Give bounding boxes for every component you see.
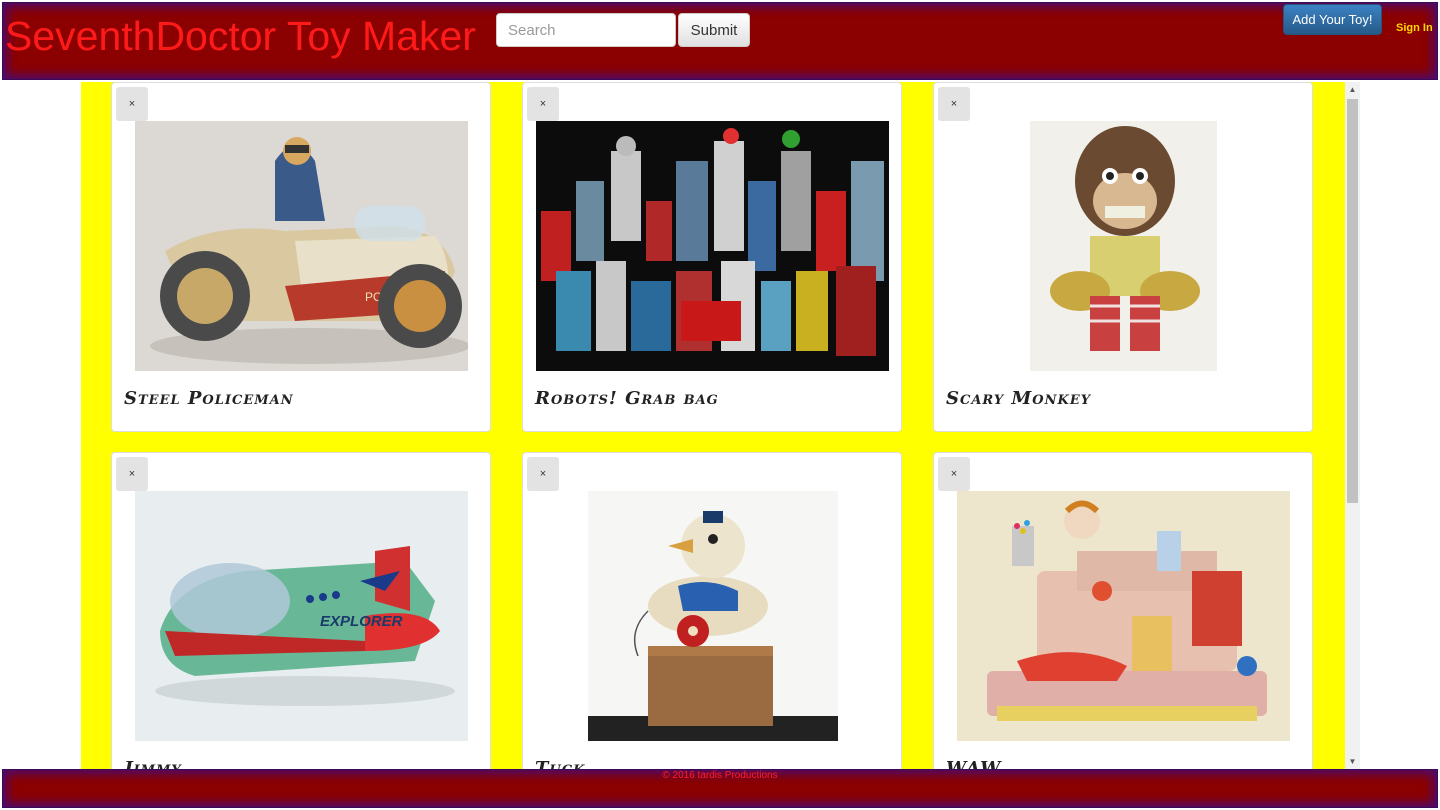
toy-photo-steel-policeman: POLICE: [135, 121, 468, 371]
scroll-down-arrow-icon[interactable]: ▼: [1345, 754, 1360, 770]
toy-card[interactable]: × Robots! Grab bag: [522, 82, 902, 432]
vertical-scrollbar[interactable]: ▲ ▼: [1345, 82, 1360, 770]
toy-card[interactable]: × WAW: [933, 452, 1313, 770]
toy-title: Scary Monkey: [946, 388, 1092, 409]
scroll-thumb[interactable]: [1347, 99, 1358, 503]
close-button[interactable]: ×: [527, 87, 559, 121]
toy-title: Steel Policeman: [124, 388, 294, 409]
toy-photo-scary-monkey: [1030, 121, 1217, 371]
scroll-up-arrow-icon[interactable]: ▲: [1345, 82, 1360, 98]
toy-title: Robots! Grab bag: [535, 388, 719, 409]
submit-button[interactable]: Submit: [678, 13, 750, 47]
toy-grid: × POLICE Steel Policeman ×: [81, 82, 1345, 770]
toy-card[interactable]: × Tuck: [522, 452, 902, 770]
toy-photo-jimmy: EXPLORER: [135, 491, 468, 741]
toy-card[interactable]: × POLICE Steel Policeman: [111, 82, 491, 432]
add-toy-button[interactable]: Add Your Toy!: [1283, 4, 1382, 35]
toy-card[interactable]: × EXPLORER Jimmy: [111, 452, 491, 770]
close-button[interactable]: ×: [116, 457, 148, 491]
close-button[interactable]: ×: [938, 457, 970, 491]
toy-photo-tuck: [588, 491, 838, 741]
toy-card[interactable]: × Scary Monkey: [933, 82, 1313, 432]
toy-photo-robots: [536, 121, 889, 371]
search-input[interactable]: [496, 13, 676, 47]
toy-photo-waw: [957, 491, 1290, 741]
footer: © 2016 tardis Productions: [2, 769, 1438, 808]
close-button[interactable]: ×: [938, 87, 970, 121]
close-button[interactable]: ×: [527, 457, 559, 491]
sign-in-link[interactable]: Sign In: [1396, 22, 1433, 34]
navbar: SeventhDoctor Toy Maker Submit Add Your …: [2, 2, 1438, 80]
svg-text:EXPLORER: EXPLORER: [320, 613, 403, 630]
brand-title[interactable]: SeventhDoctor Toy Maker: [5, 13, 476, 60]
close-button[interactable]: ×: [116, 87, 148, 121]
copyright-text: © 2016 tardis Productions: [662, 770, 778, 781]
